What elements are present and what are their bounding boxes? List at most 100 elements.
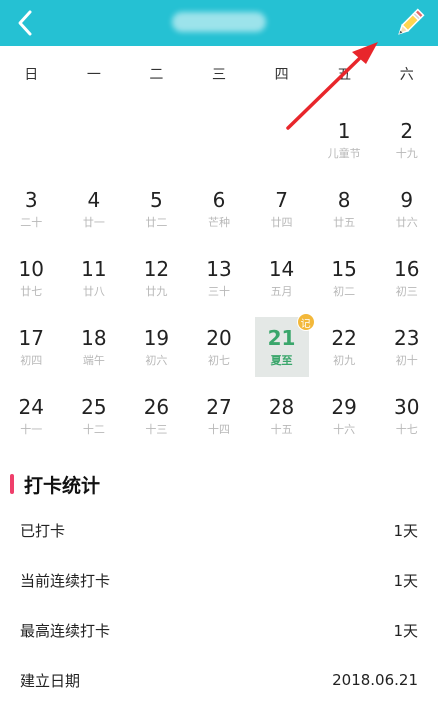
calendar-day[interactable]: 19 初六 [125, 319, 188, 388]
calendar-day[interactable]: 29 十六 [313, 388, 376, 457]
lunar-date: 十六 [333, 423, 356, 436]
back-button[interactable] [8, 6, 42, 40]
day-content: 4 廿一 [63, 181, 126, 231]
stat-label: 当前连续打卡 [20, 571, 111, 590]
lunar-date: 三十 [207, 285, 230, 298]
lunar-date: 儿童节 [327, 147, 361, 160]
calendar-day[interactable]: 2 十九 [375, 112, 438, 181]
day-number: 13 [206, 257, 232, 281]
stat-row-current-streak: 当前连续打卡 1天 [20, 568, 418, 592]
day-content: 13 三十 [188, 250, 251, 300]
calendar-day[interactable]: 18 端午 [63, 319, 126, 388]
calendar-day[interactable]: 17 初四 [0, 319, 63, 388]
day-number: 19 [143, 326, 170, 350]
weekday-label: 五 [337, 67, 352, 83]
calendar-day[interactable]: 23 初十 [375, 319, 438, 388]
day-content [125, 112, 188, 118]
day-number: 20 [206, 326, 232, 350]
day-number: 22 [331, 326, 357, 350]
lunar-date: 芒种 [207, 216, 230, 229]
day-number: 26 [143, 395, 170, 419]
lunar-date: 五月 [270, 285, 293, 298]
lunar-date: 二十 [20, 216, 43, 229]
day-content: 24 十一 [0, 388, 63, 438]
lunar-date: 初四 [20, 354, 43, 367]
calendar-day[interactable]: 10 廿七 [0, 250, 63, 319]
day-content: 22 初九 [313, 319, 376, 369]
calendar-day[interactable]: 8 廿五 [313, 181, 376, 250]
day-content: 19 初六 [125, 319, 188, 369]
lunar-date: 廿九 [145, 285, 168, 298]
day-number: 6 [212, 188, 226, 212]
day-content: 16 初三 [375, 250, 438, 300]
calendar-day[interactable]: 28 十五 [250, 388, 313, 457]
stat-row-max-streak: 最高连续打卡 1天 [20, 618, 418, 642]
day-content: 17 初四 [0, 319, 63, 369]
edit-button[interactable] [390, 4, 430, 42]
lunar-date: 廿五 [333, 216, 356, 229]
day-number: 10 [18, 257, 44, 281]
lunar-date: 初三 [395, 285, 418, 298]
calendar-day[interactable]: 4 廿一 [63, 181, 126, 250]
top-bar [0, 0, 438, 46]
stats-title: 打卡统计 [24, 474, 101, 497]
calendar-day[interactable]: 11 廿八 [63, 250, 126, 319]
calendar-day[interactable]: 12 廿九 [125, 250, 188, 319]
day-content [188, 112, 251, 118]
lunar-date: 十七 [395, 423, 418, 436]
day-content [63, 112, 126, 118]
calendar-day[interactable]: 22 初九 [313, 319, 376, 388]
day-content: 1 儿童节 [313, 112, 376, 162]
weekday-label: 一 [86, 67, 101, 83]
calendar-day[interactable]: 16 初三 [375, 250, 438, 319]
day-number: 29 [331, 395, 357, 419]
day-content: 20 初七 [188, 319, 251, 369]
calendar-day[interactable]: 15 初二 [313, 250, 376, 319]
day-content: 25 十二 [63, 388, 126, 438]
calendar-day[interactable]: 27 十四 [188, 388, 251, 457]
calendar-day[interactable]: 9 廿六 [375, 181, 438, 250]
day-number: 3 [24, 188, 38, 212]
lunar-date: 十一 [20, 423, 43, 436]
day-number: 30 [393, 395, 420, 419]
calendar-day[interactable]: 25 十二 [63, 388, 126, 457]
calendar-day[interactable]: 3 二十 [0, 181, 63, 250]
calendar-empty-cell [63, 112, 126, 181]
day-number: 16 [393, 257, 420, 281]
day-number: 7 [275, 188, 288, 212]
day-number: 24 [18, 395, 44, 419]
calendar-day[interactable]: 26 十三 [125, 388, 188, 457]
title-accent-bar [10, 474, 14, 494]
calendar-day[interactable]: 6 芒种 [188, 181, 251, 250]
calendar-day[interactable]: 5 廿二 [125, 181, 188, 250]
day-content: 27 十四 [188, 388, 251, 438]
calendar-day[interactable]: 1 儿童节 [313, 112, 376, 181]
calendar-day[interactable]: 30 十七 [375, 388, 438, 457]
lunar-date: 廿六 [395, 216, 418, 229]
calendar-day[interactable]: 21 夏至记 [250, 313, 315, 388]
day-content: 15 初二 [313, 250, 376, 300]
day-number: 14 [268, 257, 295, 281]
stat-row-created-date: 建立日期 2018.06.21 [20, 668, 418, 692]
chevron-left-icon [18, 10, 32, 36]
weekday-label: 三 [211, 67, 226, 83]
day-number: 12 [143, 257, 170, 281]
lunar-date: 初十 [395, 354, 418, 367]
day-content: 18 端午 [63, 319, 126, 369]
stat-value: 1天 [393, 571, 418, 590]
calendar-day[interactable]: 24 十一 [0, 388, 63, 457]
lunar-date: 廿四 [270, 216, 293, 229]
day-number: 27 [206, 395, 232, 419]
lunar-date: 廿一 [82, 216, 105, 229]
day-content: 11 廿八 [63, 250, 126, 300]
lunar-date: 初六 [145, 354, 168, 367]
stat-label: 已打卡 [20, 521, 66, 540]
day-content: 10 廿七 [0, 250, 63, 300]
stat-row-checked: 已打卡 1天 [20, 518, 418, 542]
calendar-day[interactable]: 20 初七 [188, 319, 251, 388]
calendar-day[interactable]: 14 五月 [250, 250, 313, 319]
day-number: 18 [81, 326, 107, 350]
calendar-day[interactable]: 13 三十 [188, 250, 251, 319]
calendar-day[interactable]: 7 廿四 [250, 181, 313, 250]
calendar-empty-cell [250, 112, 313, 181]
